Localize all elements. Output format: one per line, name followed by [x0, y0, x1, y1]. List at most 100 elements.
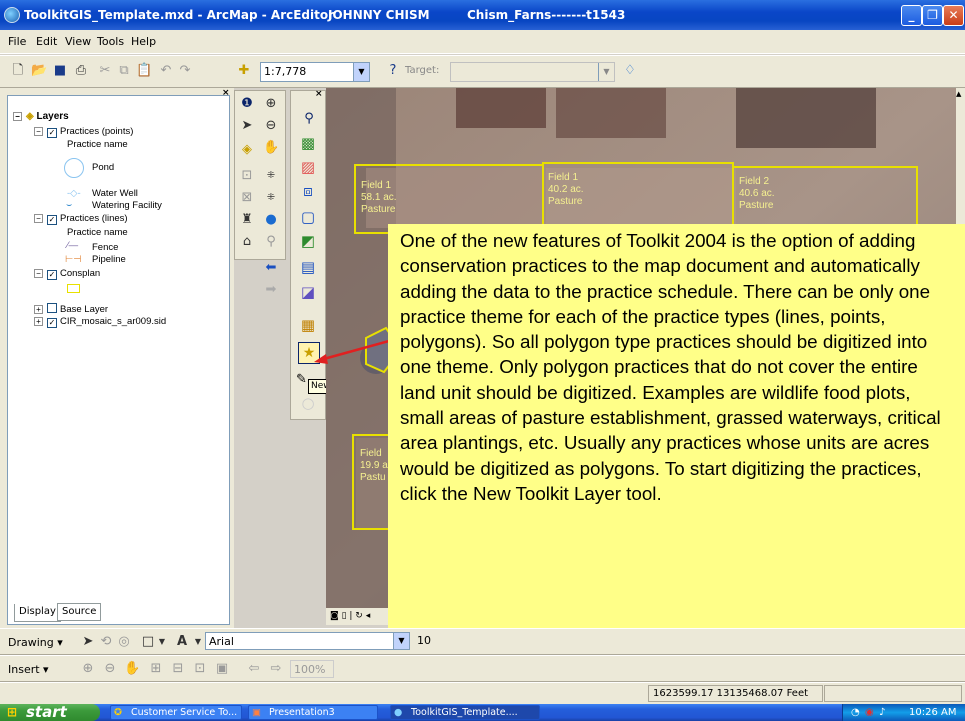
fixed-zoom-in-page-icon[interactable]: ⊞ [148, 661, 164, 677]
toolkit-frame-icon[interactable]: ▢ [300, 209, 316, 225]
taskbar-item-toolkitgis[interactable]: ● ToolkitGIS_Template.... [390, 705, 540, 720]
cut-icon[interactable]: ✂ [97, 63, 113, 79]
save-icon[interactable]: ■ [52, 63, 68, 79]
editor-sketch-icon[interactable]: ♢ [622, 63, 638, 79]
toolkit-calculator-icon[interactable]: ▦ [300, 317, 316, 333]
field-label: Field 1 58.1 ac. Pasture [361, 180, 397, 215]
layout-zoom-combo[interactable]: 100% [290, 660, 334, 678]
text-tool-icon[interactable]: A [174, 634, 190, 650]
toc-layer-consplan[interactable]: − ✓ Consplan [34, 268, 100, 280]
back-extent-icon[interactable]: ⇦ [246, 661, 262, 677]
map-scale-dropdown[interactable]: ▼ [353, 62, 370, 82]
tab-display[interactable]: Display [14, 604, 61, 622]
zoom-100-icon[interactable]: ▣ [214, 661, 230, 677]
whats-this-icon[interactable]: ? [385, 63, 401, 79]
full-extent-globe-icon[interactable]: ● [263, 212, 279, 228]
select-arrow-icon[interactable]: ➤ [239, 118, 255, 134]
zoom-whole-page-icon[interactable]: ◎ [116, 634, 132, 650]
go-forward-arrow-icon[interactable]: ➡ [263, 282, 279, 298]
fixed-zoom-out-page-icon[interactable]: ⊟ [170, 661, 186, 677]
paste-icon[interactable]: 📋 [136, 63, 152, 79]
toolkit-grid-icon[interactable]: ▤ [300, 259, 316, 275]
add-data-icon[interactable]: ✚ [236, 63, 252, 79]
toolkit-landunit-icon[interactable]: ◩ [300, 233, 316, 249]
menu-edit[interactable]: Edit [36, 35, 57, 48]
zoom-out-icon[interactable]: ⊖ [263, 118, 279, 134]
toc-layer-base-layer[interactable]: + Base Layer [34, 303, 108, 315]
start-button[interactable]: ⊞ start [0, 704, 100, 721]
zoom-in-page-icon[interactable]: ⊕ [80, 661, 96, 677]
toc-layer-practices-points[interactable]: − ✓ Practices (points) [34, 126, 133, 138]
hyperlink-icon[interactable]: ⚲ [263, 234, 279, 250]
menu-file[interactable]: File [8, 35, 26, 48]
drawing-menu[interactable]: Drawing ▾ [8, 636, 63, 649]
toolkit-layout-icon[interactable]: ⧈ [300, 183, 316, 199]
toolkit-search-icon[interactable]: ⚲ [301, 111, 317, 127]
standard-toolbar: 🗋 📂 ■ ⎙ ✂ ⧉ 📋 ↶ ↷ ✚ 1:7,778 ▼ ? Target: … [0, 55, 965, 88]
tray-clock[interactable]: 10:26 AM [909, 704, 956, 721]
forward-extent-icon[interactable]: ⇨ [268, 661, 284, 677]
consplan-symbol-icon [67, 284, 80, 293]
layer-visibility-checkbox[interactable]: ✓ [47, 270, 57, 280]
measure-icon[interactable]: ⌂ [239, 234, 255, 250]
menu-bar: File Edit View Tools Help [0, 30, 965, 54]
layer-label: Base Layer [60, 304, 109, 315]
full-page-icon[interactable]: ⊡ [192, 661, 208, 677]
font-size-combo[interactable]: 10 [414, 632, 450, 650]
tray-network-icon[interactable]: ◔ [851, 704, 860, 721]
layer-visibility-checkbox[interactable] [47, 303, 57, 313]
scroll-up-icon[interactable]: ▲ [956, 90, 961, 98]
target-combo[interactable]: ▼ [450, 62, 615, 82]
find-binoculars-icon[interactable]: ♜ [239, 212, 255, 228]
toc-layer-practices-lines[interactable]: − ✓ Practices (lines) [34, 213, 128, 225]
undo-icon[interactable]: ↶ [158, 63, 174, 79]
print-icon[interactable]: ⎙ [73, 63, 89, 79]
toolkit-edit-icon[interactable]: ◪ [300, 284, 316, 300]
restore-button[interactable]: ❐ [922, 5, 943, 26]
arcmap-app-icon [4, 7, 20, 23]
font-combo[interactable]: Arial ▼ [205, 632, 410, 650]
menu-help[interactable]: Help [131, 35, 156, 48]
toolkit-disabled-circle-icon[interactable]: ○ [300, 395, 316, 411]
rotate-icon[interactable]: ⟲ [98, 634, 114, 650]
taskbar-item-customer-service[interactable]: ✪ Customer Service To... [110, 705, 242, 720]
tab-source[interactable]: Source [57, 603, 102, 621]
field-label: Field 19.9 a Pastu [360, 448, 388, 483]
select-elements-arrow-icon[interactable]: ➤ [80, 634, 96, 650]
new-toolkit-layer-star-icon[interactable]: ★ [298, 342, 320, 364]
minimize-button[interactable]: _ [901, 5, 922, 26]
fixed-zoom-out-icon[interactable]: ⁜ [263, 190, 279, 206]
close-button[interactable]: ✕ [943, 5, 964, 26]
toolbar-close-icon[interactable]: × [315, 89, 323, 99]
tray-security-icon[interactable]: ◉ [865, 704, 874, 721]
pan-page-icon[interactable]: ✋ [124, 661, 140, 677]
toolkit-plan-map-icon[interactable]: ▩ [300, 135, 316, 151]
go-back-arrow-icon[interactable]: ⬅ [263, 260, 279, 276]
tray-volume-icon[interactable]: ♪ [879, 704, 885, 721]
clear-selection-icon[interactable]: ⊠ [239, 190, 255, 206]
text-dropdown-icon[interactable]: ▼ [190, 634, 206, 650]
pan-hand-icon[interactable]: ✋ [263, 140, 279, 156]
rectangle-dropdown-icon[interactable]: ▼ [154, 634, 170, 650]
toc-root[interactable]: − ◈ Layers [13, 111, 69, 122]
toc-layer-cir-mosaic[interactable]: + ✓ CIR_mosaic_s_ar009.sid [34, 316, 166, 328]
fixed-zoom-in-icon[interactable]: ⁜ [263, 168, 279, 184]
layer-visibility-checkbox[interactable]: ✓ [47, 318, 57, 328]
powerpoint-icon: ▣ [252, 707, 261, 718]
zoom-out-page-icon[interactable]: ⊖ [102, 661, 118, 677]
select-elements-icon[interactable]: ⊡ [239, 168, 255, 184]
redo-icon[interactable]: ↷ [177, 63, 193, 79]
menu-tools[interactable]: Tools [97, 35, 124, 48]
menu-view[interactable]: View [65, 35, 91, 48]
layer-visibility-checkbox[interactable]: ✓ [47, 215, 57, 225]
layer-visibility-checkbox[interactable]: ✓ [47, 128, 57, 138]
new-document-icon[interactable]: 🗋 [10, 63, 26, 79]
insert-menu[interactable]: Insert ▾ [8, 663, 49, 676]
toolkit-soils-icon[interactable]: ▨ [300, 159, 316, 175]
taskbar-item-presentation[interactable]: ▣ Presentation3 [248, 705, 378, 720]
open-folder-icon[interactable]: 📂 [31, 63, 47, 79]
select-features-icon[interactable]: ◈ [239, 142, 255, 158]
zoom-in-icon[interactable]: ⊕ [263, 96, 279, 112]
identify-icon[interactable]: ❶ [239, 96, 255, 112]
copy-icon[interactable]: ⧉ [116, 63, 132, 79]
